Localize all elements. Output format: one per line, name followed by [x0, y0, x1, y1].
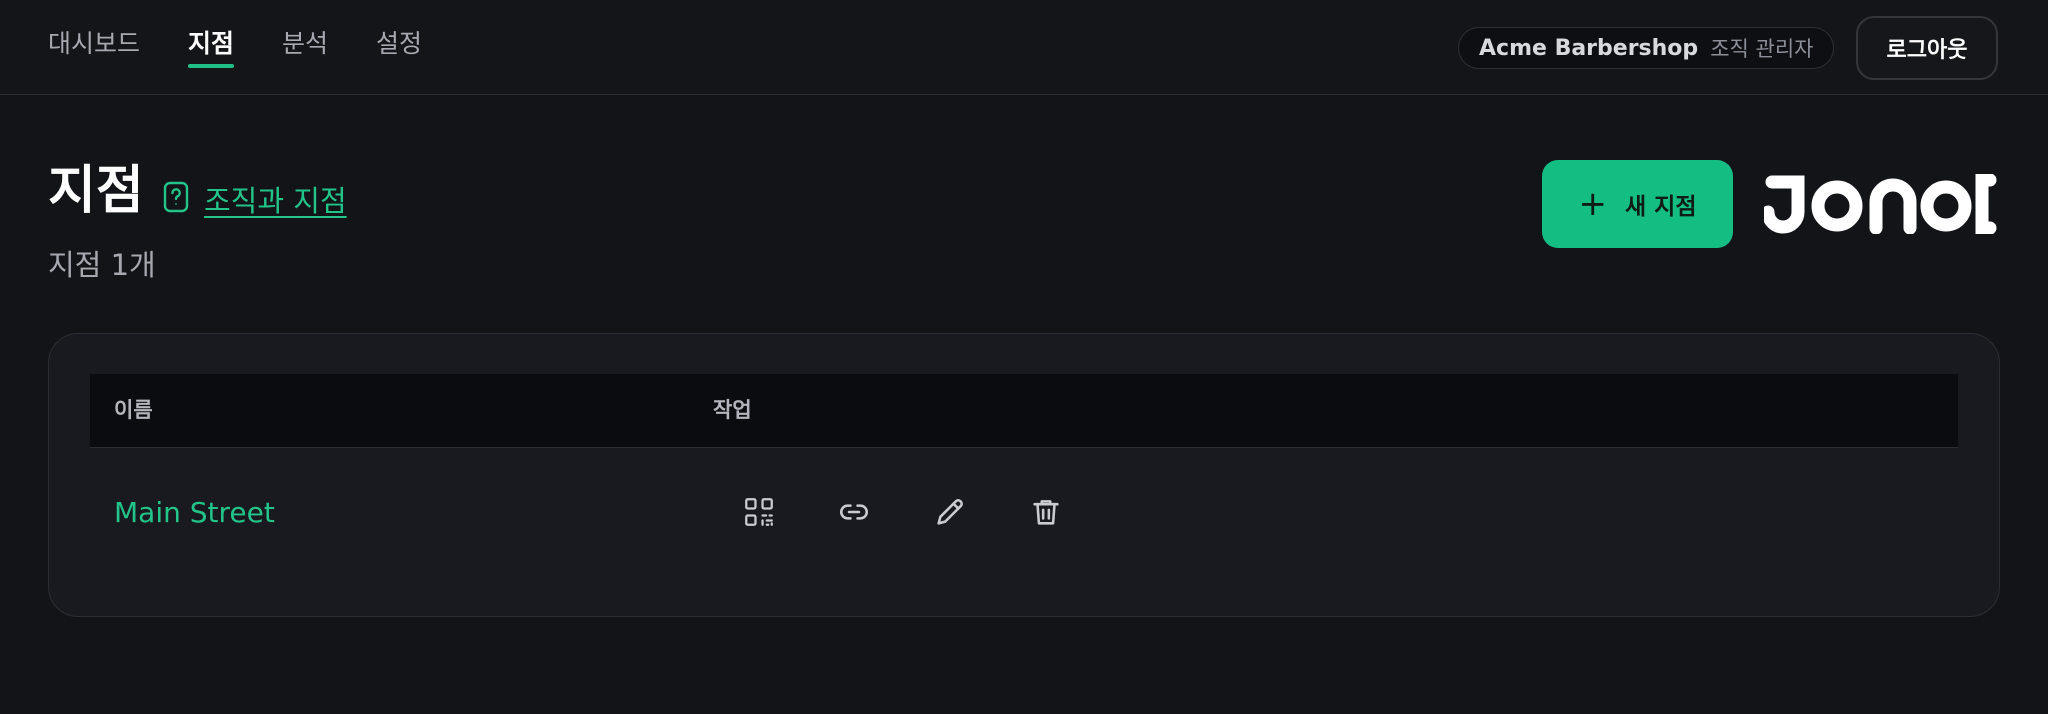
nav-item-dashboard[interactable]: 대시보드	[48, 0, 140, 95]
plus-icon: +	[1578, 184, 1608, 224]
main-nav: 대시보드 지점 분석 설정	[48, 0, 470, 95]
column-header-actions: 작업	[713, 398, 752, 422]
edit-button[interactable]	[925, 487, 975, 537]
copy-link-button[interactable]	[829, 487, 879, 537]
qr-code-icon	[745, 498, 773, 526]
logout-button[interactable]: 로그아웃	[1856, 16, 1998, 80]
top-navigation-bar: 대시보드 지점 분석 설정 Acme Barbershop 조직 관리자 로그아…	[0, 0, 2048, 95]
org-badge: Acme Barbershop 조직 관리자	[1458, 27, 1835, 69]
column-header-name: 이름	[114, 398, 153, 422]
nav-item-locations[interactable]: 지점	[188, 0, 235, 95]
new-location-button[interactable]: + 새 지점	[1542, 160, 1733, 248]
help-doc-icon	[162, 181, 204, 217]
help-link-org-and-locations[interactable]: 조직과 지점	[204, 178, 347, 220]
delete-button[interactable]	[1021, 487, 1071, 537]
new-location-label: 새 지점	[1625, 194, 1697, 220]
help-link-group[interactable]: 조직과 지점	[162, 178, 347, 220]
nav-item-settings[interactable]: 설정	[376, 0, 422, 95]
pencil-icon	[937, 499, 963, 525]
location-count: 지점 1개	[48, 248, 156, 282]
table-header: 이름 작업	[90, 374, 1958, 448]
location-name-link[interactable]: Main Street	[114, 496, 275, 529]
locations-card: 이름 작업 Main Street	[48, 333, 2000, 617]
link-icon	[839, 504, 869, 520]
brand-logo	[1764, 174, 1997, 234]
org-role: 조직 관리자	[1710, 37, 1814, 61]
org-name: Acme Barbershop	[1479, 35, 1699, 61]
page-title: 지점	[48, 161, 144, 221]
qr-code-button[interactable]	[734, 487, 784, 537]
nav-item-analytics[interactable]: 분석	[282, 0, 328, 95]
trash-icon	[1033, 500, 1059, 525]
